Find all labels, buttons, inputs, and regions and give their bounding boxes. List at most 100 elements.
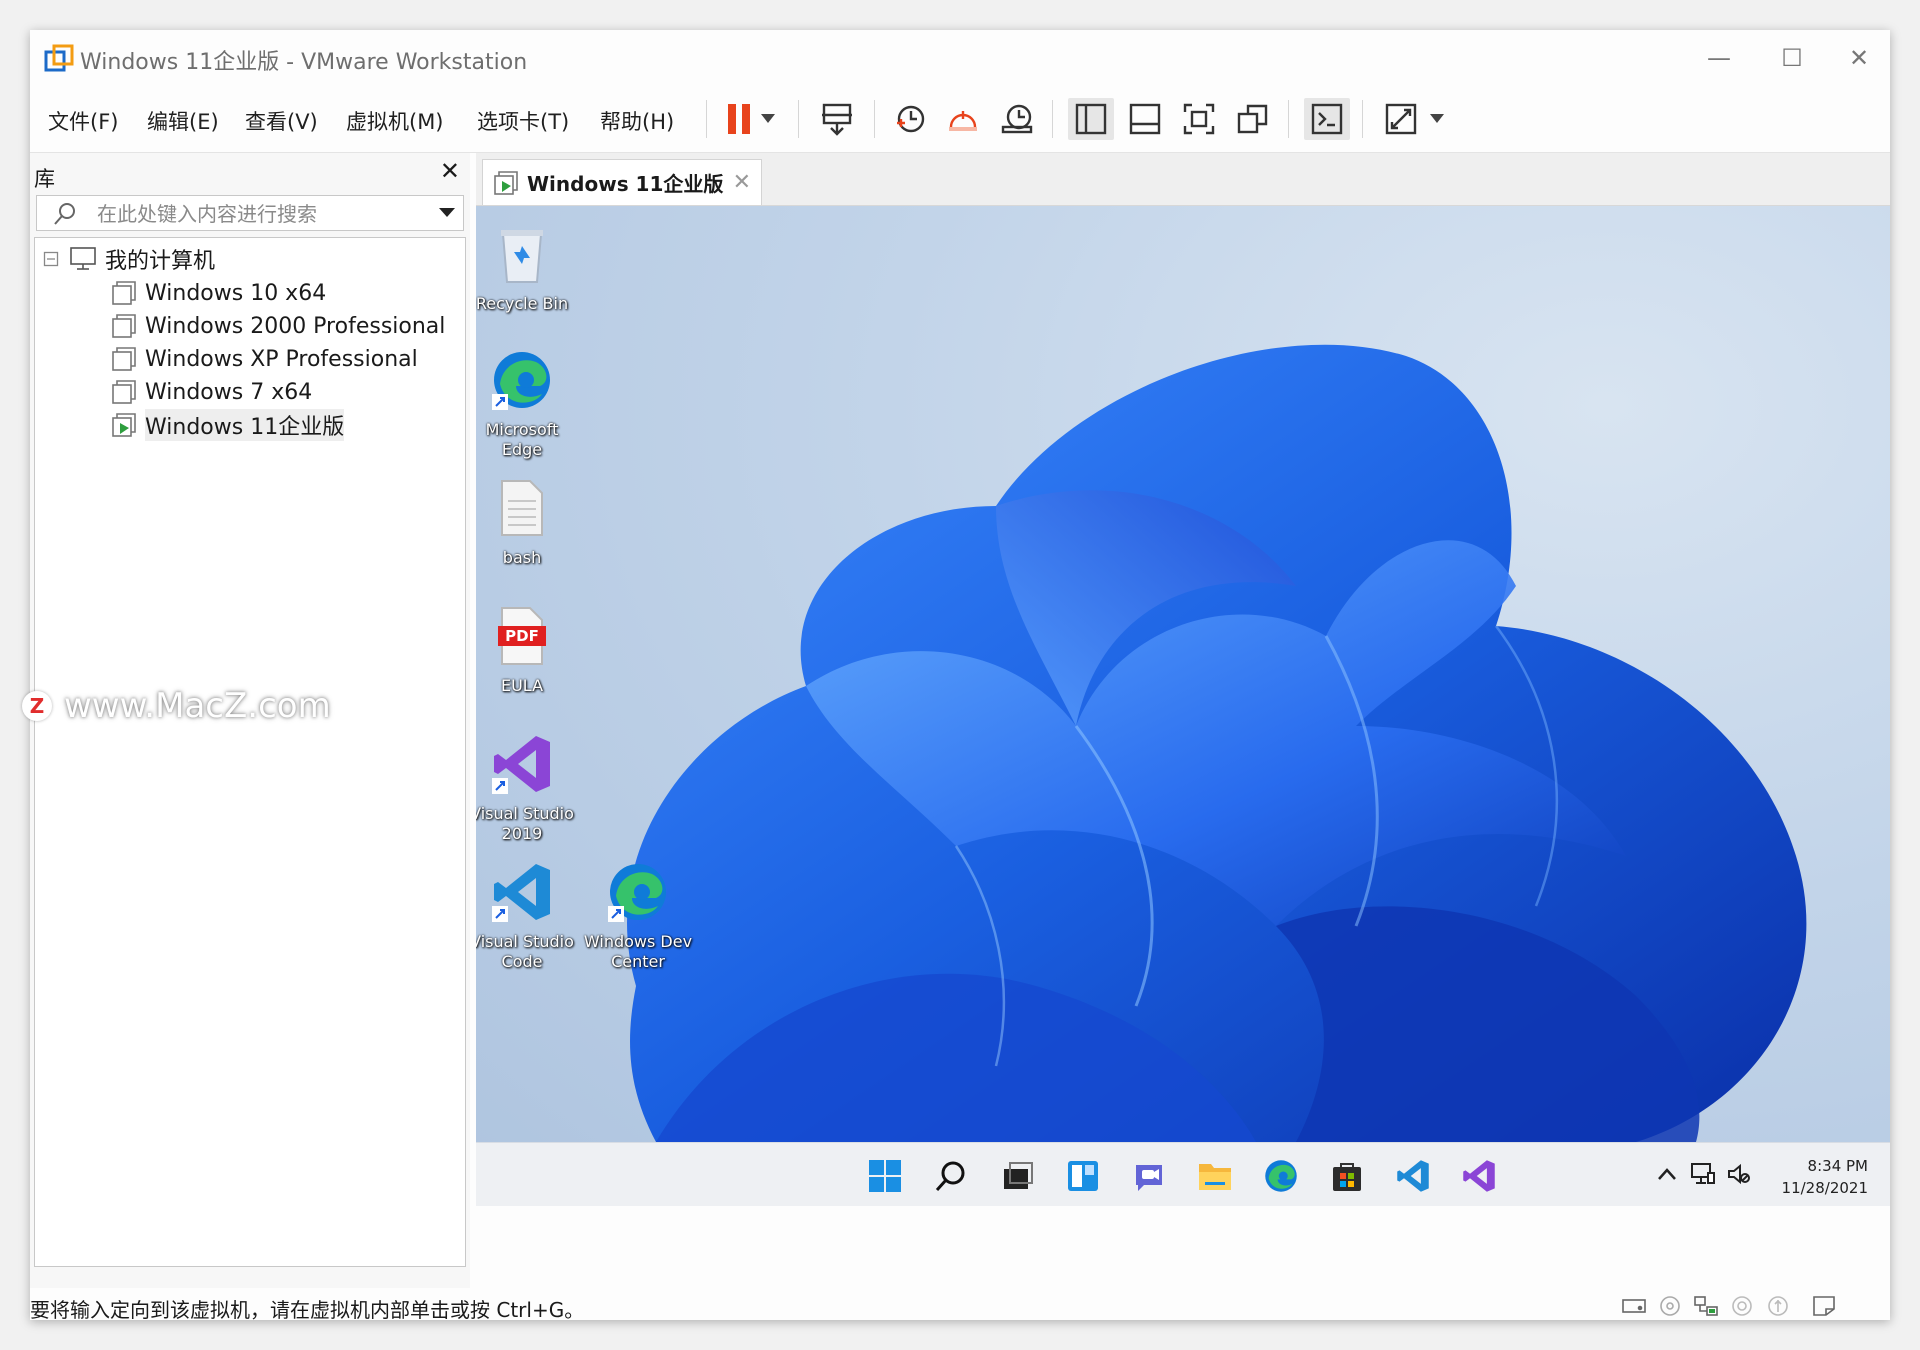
widgets-icon bbox=[1068, 1161, 1098, 1191]
send-ctrl-alt-del-icon bbox=[822, 103, 852, 136]
taskbar-task-view-button[interactable] bbox=[994, 1153, 1040, 1199]
taskbar-clock[interactable]: 8:34 PM 11/28/2021 bbox=[1782, 1155, 1868, 1199]
desktop-icon-windows-dev-center[interactable]: Windows Dev Center bbox=[582, 858, 694, 972]
file-explorer-icon bbox=[1199, 1164, 1231, 1190]
taskbar-teams-chat-button[interactable] bbox=[1126, 1153, 1172, 1199]
tree-item-label: Windows 11企业版 bbox=[145, 409, 345, 441]
status-cd-button[interactable] bbox=[1656, 1294, 1684, 1318]
tray-network-button[interactable] bbox=[1688, 1159, 1718, 1189]
menu-file[interactable]: 文件(F) bbox=[48, 106, 118, 136]
full-screen-button[interactable] bbox=[1176, 98, 1222, 140]
unity-button[interactable] bbox=[1230, 98, 1276, 140]
maximize-button[interactable]: ☐ bbox=[1767, 38, 1817, 78]
status-bar: 要将输入定向到该虚拟机，请在虚拟机内部单击或按 Ctrl+G。 bbox=[30, 1292, 1890, 1322]
pdf-file-icon: PDF bbox=[498, 607, 546, 665]
vscode-icon bbox=[1397, 1160, 1429, 1192]
tree-item-label: Windows 7 x64 bbox=[145, 379, 313, 405]
guest-taskbar: 8:34 PM 11/28/2021 bbox=[476, 1142, 1890, 1206]
tree-item-windows-7[interactable]: Windows 7 x64 bbox=[111, 377, 312, 407]
stretch-button[interactable] bbox=[1378, 98, 1424, 140]
taskbar-widgets-button[interactable] bbox=[1060, 1153, 1106, 1199]
tree-item-windows-xp[interactable]: Windows XP Professional bbox=[111, 344, 418, 374]
revert-snapshot-icon bbox=[949, 111, 977, 131]
status-sound-button[interactable] bbox=[1728, 1294, 1756, 1318]
snapshot-manager-icon bbox=[1001, 104, 1033, 134]
collapse-icon[interactable] bbox=[43, 251, 59, 267]
tray-volume-button[interactable] bbox=[1724, 1159, 1754, 1189]
taskbar-vscode-button[interactable] bbox=[1390, 1153, 1436, 1199]
pdf-badge: PDF bbox=[505, 627, 539, 645]
thumbnail-bar-button[interactable] bbox=[1122, 98, 1168, 140]
menu-edit[interactable]: 编辑(E) bbox=[147, 106, 219, 136]
tab-windows-11[interactable]: Windows 11企业版 ✕ bbox=[482, 159, 762, 205]
desktop-icon-visual-studio-code[interactable]: Visual Studio Code bbox=[476, 858, 578, 972]
taskbar-edge-button[interactable] bbox=[1258, 1153, 1304, 1199]
desktop-icon-eula[interactable]: PDF EULA bbox=[476, 602, 578, 696]
taskbar-store-button[interactable] bbox=[1324, 1153, 1370, 1199]
toolbar-separator bbox=[1362, 100, 1363, 138]
guest-desktop[interactable]: Recycle Bin Microsoft Edge bash PDF EULA… bbox=[476, 206, 1890, 1206]
vm-running-icon bbox=[112, 413, 136, 437]
console-view-button[interactable] bbox=[1304, 98, 1350, 140]
library-close-button[interactable]: ✕ bbox=[440, 157, 460, 185]
tree-item-windows-10[interactable]: Windows 10 x64 bbox=[111, 278, 326, 308]
tree-root-my-computer[interactable]: 我的计算机 bbox=[43, 244, 215, 274]
thumbnail-bar-icon bbox=[1129, 103, 1161, 135]
menu-bar: 文件(F) 编辑(E) 查看(V) 虚拟机(M) 选项卡(T) 帮助(H) bbox=[30, 86, 1890, 153]
library-title: 库 bbox=[34, 167, 55, 191]
computer-icon bbox=[70, 247, 96, 270]
clock-date: 11/28/2021 bbox=[1781, 1179, 1868, 1197]
vmware-window: Windows 11企业版 - VMware Workstation — ☐ ✕… bbox=[22, 30, 1890, 1322]
network-icon bbox=[1691, 1163, 1715, 1184]
menu-tabs[interactable]: 选项卡(T) bbox=[477, 106, 569, 136]
taskbar-visual-studio-button[interactable] bbox=[1456, 1153, 1502, 1199]
revert-snapshot-button[interactable] bbox=[940, 98, 986, 140]
take-snapshot-button[interactable] bbox=[886, 98, 932, 140]
dropdown-icon bbox=[761, 114, 775, 123]
taskbar-start-button[interactable] bbox=[862, 1153, 908, 1199]
desktop-icon-recycle-bin[interactable]: Recycle Bin bbox=[476, 220, 578, 314]
library-view-button[interactable] bbox=[1068, 98, 1114, 140]
tree-item-windows-2000[interactable]: Windows 2000 Professional bbox=[111, 311, 445, 341]
title-bar[interactable]: Windows 11企业版 - VMware Workstation — ☐ ✕ bbox=[30, 30, 1890, 86]
toolbar-separator bbox=[1288, 100, 1289, 138]
menu-help[interactable]: 帮助(H) bbox=[600, 106, 674, 136]
network-adapter-icon bbox=[1694, 1296, 1718, 1316]
vm-icon bbox=[112, 281, 136, 305]
desktop-icon-label: Windows Dev Center bbox=[583, 932, 693, 971]
cd-icon bbox=[1660, 1296, 1680, 1316]
stretch-dropdown-button[interactable] bbox=[1424, 98, 1450, 140]
toolbar-separator bbox=[874, 100, 875, 138]
send-ctrl-alt-del-button[interactable] bbox=[814, 98, 860, 140]
full-screen-icon bbox=[1183, 103, 1215, 135]
tab-close-button[interactable]: ✕ bbox=[733, 170, 751, 195]
menu-vm[interactable]: 虚拟机(M) bbox=[346, 106, 444, 136]
tab-label: Windows 11企业版 bbox=[527, 172, 724, 196]
power-dropdown-button[interactable] bbox=[754, 98, 782, 140]
vscode-icon bbox=[492, 864, 550, 922]
chevron-up-icon bbox=[1658, 1168, 1676, 1180]
menu-view[interactable]: 查看(V) bbox=[245, 106, 318, 136]
status-hard-disk-button[interactable] bbox=[1620, 1294, 1648, 1318]
recycle-bin-icon bbox=[501, 230, 543, 283]
taskbar-file-explorer-button[interactable] bbox=[1192, 1153, 1238, 1199]
status-message-log-button[interactable] bbox=[1810, 1294, 1838, 1318]
vm-running-icon bbox=[494, 170, 518, 195]
desktop-icon-bash[interactable]: bash bbox=[476, 474, 578, 568]
status-usb-button[interactable] bbox=[1764, 1294, 1792, 1318]
desktop-icon-microsoft-edge[interactable]: Microsoft Edge bbox=[476, 346, 578, 460]
tree-item-windows-11[interactable]: Windows 11企业版 bbox=[111, 409, 345, 441]
library-search-input[interactable] bbox=[95, 200, 419, 228]
tray-overflow-button[interactable] bbox=[1652, 1159, 1682, 1189]
status-network-adapter-button[interactable] bbox=[1692, 1294, 1720, 1318]
teams-chat-icon bbox=[1136, 1165, 1162, 1191]
sound-card-icon bbox=[1732, 1296, 1752, 1316]
close-button[interactable]: ✕ bbox=[1834, 38, 1884, 78]
edge-icon bbox=[1265, 1160, 1297, 1192]
search-dropdown-icon[interactable] bbox=[439, 208, 455, 218]
taskbar-search-button[interactable] bbox=[928, 1153, 974, 1199]
tab-strip: Windows 11企业版 ✕ bbox=[476, 153, 1890, 206]
minimize-button[interactable]: — bbox=[1694, 38, 1744, 78]
desktop-icon-visual-studio-2019[interactable]: Visual Studio 2019 bbox=[476, 730, 578, 844]
snapshot-manager-button[interactable] bbox=[994, 98, 1040, 140]
